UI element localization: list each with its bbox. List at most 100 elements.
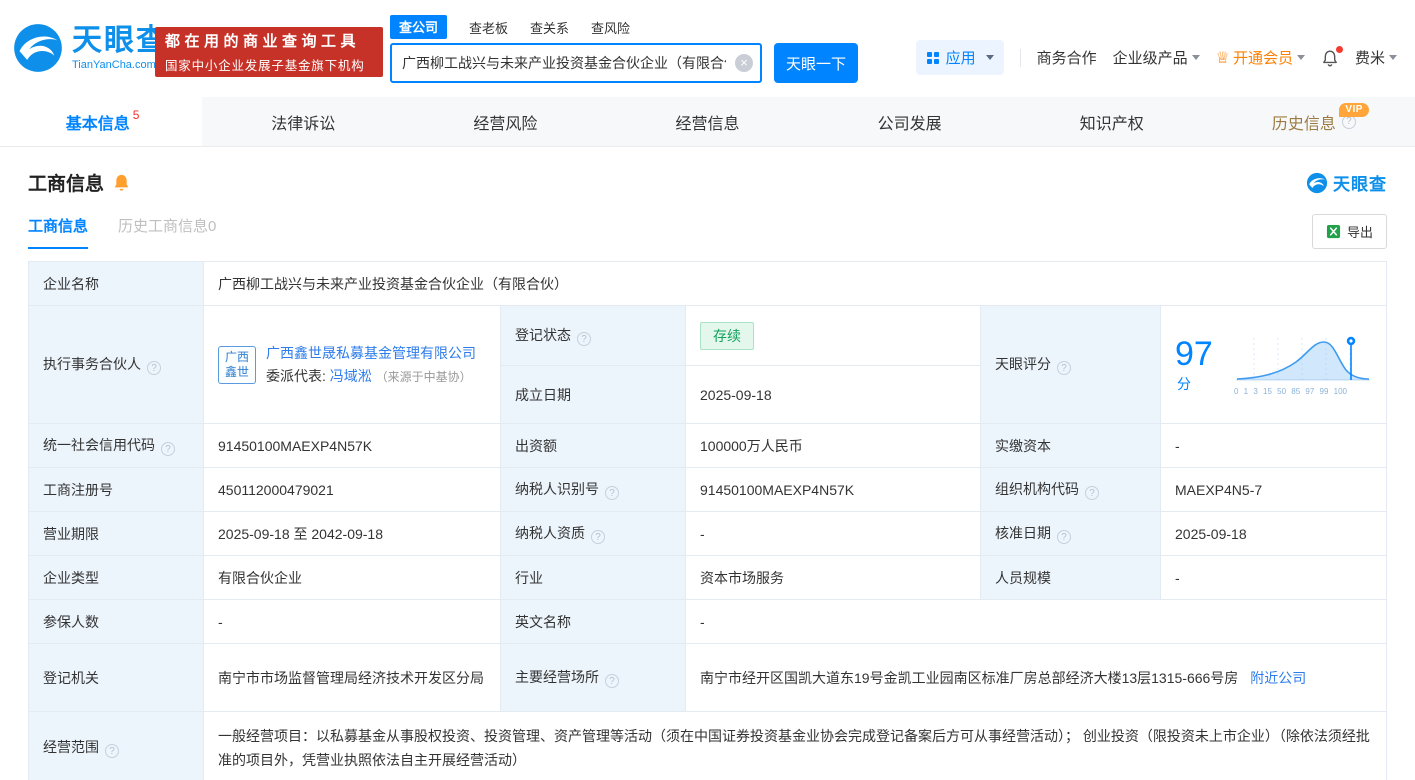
subtab-history-business-info[interactable]: 历史工商信息0 bbox=[118, 215, 216, 249]
paid-capital-label: 实缴资本 bbox=[995, 437, 1051, 454]
staff-size-label: 人员规模 bbox=[995, 569, 1051, 586]
insured-count-value: - bbox=[218, 613, 223, 630]
business-term-label-cell: 营业期限 bbox=[28, 511, 204, 556]
score-label-cell: 天眼评分? bbox=[980, 305, 1161, 424]
approval-date-value: 2025-09-18 bbox=[1175, 525, 1247, 542]
company-type-value-cell: 有限合伙企业 bbox=[203, 555, 501, 600]
reg-status-label: 登记状态 bbox=[515, 326, 571, 343]
brand-text: 天眼查 TianYanCha.com bbox=[72, 25, 168, 71]
search-input[interactable] bbox=[390, 43, 762, 83]
search-area: 查公司 查老板 查关系 查风险 × 天眼一下 bbox=[390, 15, 858, 83]
credit-code-value: 91450100MAEXP4N57K bbox=[218, 437, 373, 454]
score-chart: 0 1 3 15 50 85 97 99 100 bbox=[1234, 334, 1372, 396]
capital-label-cell: 出资额 bbox=[500, 423, 686, 468]
table-row: 营业期限 2025-09-18 至 2042-09-18 纳税人资质? - 核准… bbox=[28, 511, 1387, 556]
reg-number-value: 450112000479021 bbox=[218, 481, 334, 498]
table-row: 工商注册号 450112000479021 纳税人识别号? 91450100MA… bbox=[28, 467, 1387, 512]
business-term-value: 2025-09-18 至 2042-09-18 bbox=[218, 525, 384, 542]
staff-size-value-cell: - bbox=[1160, 555, 1387, 600]
tab-operating-info-label: 经营信息 bbox=[675, 115, 740, 133]
search-tab-relation[interactable]: 查关系 bbox=[530, 18, 569, 37]
establish-date-value: 2025-09-18 bbox=[700, 386, 772, 403]
managing-partner-label: 执行事务合伙人 bbox=[43, 355, 141, 372]
notification-dot bbox=[1335, 45, 1343, 53]
taxpayer-quality-value-cell: - bbox=[685, 511, 981, 556]
partner-company-link[interactable]: 广西鑫世晟私募基金管理有限公司 bbox=[266, 345, 476, 361]
search-tab-risk[interactable]: 查风险 bbox=[591, 18, 630, 37]
subtab-business-info[interactable]: 工商信息 bbox=[28, 215, 89, 249]
reg-status-value-cell: 存续 bbox=[685, 305, 981, 366]
credit-code-label-cell: 统一社会信用代码? bbox=[28, 423, 204, 468]
capital-value-cell: 100000万人民币 bbox=[685, 423, 981, 468]
basic-info-count-badge: 5 bbox=[132, 107, 140, 122]
nav-cooperation[interactable]: 商务合作 bbox=[1037, 47, 1097, 68]
org-code-value: MAEXP4N5-7 bbox=[1175, 481, 1263, 498]
tab-company-development-label: 公司发展 bbox=[877, 115, 942, 133]
help-icon[interactable]: ? bbox=[105, 744, 119, 759]
nav-divider bbox=[1019, 48, 1021, 67]
insured-count-label-cell: 参保人数 bbox=[28, 599, 204, 644]
export-button[interactable]: 导出 bbox=[1311, 214, 1387, 249]
org-code-value-cell: MAEXP4N5-7 bbox=[1160, 467, 1387, 512]
tab-operating-risk[interactable]: 经营风险 bbox=[404, 97, 606, 146]
company-name-label: 企业名称 bbox=[43, 275, 99, 292]
tab-company-development[interactable]: 公司发展 bbox=[809, 97, 1011, 146]
enterprise-products-label: 企业级产品 bbox=[1112, 50, 1188, 67]
help-icon[interactable]: ? bbox=[1057, 361, 1071, 376]
insured-count-label: 参保人数 bbox=[43, 613, 99, 630]
table-row: 企业类型 有限合伙企业 行业 资本市场服务 人员规模 - bbox=[28, 555, 1387, 600]
taxpayer-quality-label-cell: 纳税人资质? bbox=[500, 511, 686, 556]
tab-intellectual-property[interactable]: 知识产权 bbox=[1011, 97, 1213, 146]
nearby-companies-link[interactable]: 附近公司 bbox=[1250, 670, 1306, 686]
rep-name-link[interactable]: 冯域淞 bbox=[330, 368, 372, 384]
slogan-line2: 国家中小企业发展子基金旗下机构 bbox=[165, 59, 365, 73]
nav-enterprise-products[interactable]: 企业级产品 bbox=[1113, 47, 1200, 68]
section-brand-name: 天眼查 bbox=[1333, 175, 1387, 194]
search-tab-company[interactable]: 查公司 bbox=[390, 15, 448, 39]
tab-history-info[interactable]: VIP 历史信息 ? bbox=[1213, 97, 1415, 146]
help-icon[interactable]: ? bbox=[1057, 530, 1071, 545]
taxpayer-quality-value: - bbox=[700, 525, 705, 542]
username: 费米 bbox=[1354, 50, 1385, 67]
help-icon[interactable]: ? bbox=[591, 530, 605, 545]
chevron-down-icon bbox=[1389, 55, 1397, 60]
search-tabs: 查公司 查老板 查关系 查风险 bbox=[390, 15, 858, 39]
help-icon[interactable]: ? bbox=[605, 674, 619, 689]
company-name-value-cell: 广西柳工战兴与未来产业投资基金合伙企业（有限合伙） bbox=[203, 261, 1387, 306]
search-tab-boss[interactable]: 查老板 bbox=[469, 18, 508, 37]
reg-number-value-cell: 450112000479021 bbox=[203, 467, 501, 512]
clear-icon[interactable]: × bbox=[735, 54, 753, 72]
establish-date-label-cell: 成立日期 bbox=[500, 365, 686, 424]
tab-legal[interactable]: 法律诉讼 bbox=[202, 97, 404, 146]
help-icon[interactable]: ? bbox=[1085, 486, 1099, 501]
help-icon[interactable]: ? bbox=[577, 332, 591, 347]
tab-basic-info[interactable]: 基本信息 5 bbox=[0, 97, 203, 146]
nav-open-vip[interactable]: ♕ 开通会员 bbox=[1216, 47, 1305, 68]
search-button[interactable]: 天眼一下 bbox=[774, 43, 858, 83]
tab-operating-info[interactable]: 经营信息 bbox=[606, 97, 808, 146]
rep-label: 委派代表: bbox=[266, 367, 326, 384]
header: 天眼查 TianYanCha.com 都在用的商业查询工具 国家中小企业发展子基… bbox=[0, 0, 1415, 97]
brand-domain: TianYanCha.com bbox=[72, 58, 156, 71]
apps-menu[interactable]: 应用 bbox=[915, 40, 1004, 75]
help-icon[interactable]: ? bbox=[147, 361, 161, 376]
apps-label: 应用 bbox=[945, 50, 976, 67]
org-code-label: 组织机构代码 bbox=[995, 480, 1079, 497]
chevron-down-icon bbox=[985, 55, 994, 60]
nav-user[interactable]: 费米 bbox=[1355, 47, 1397, 68]
table-row: 登记机关 南宁市市场监督管理局经济技术开发区分局 主要经营场所? 南宁市经开区国… bbox=[28, 643, 1387, 712]
subtab-row: 工商信息 历史工商信息0 导出 bbox=[28, 214, 1387, 249]
notification-bell[interactable] bbox=[1321, 45, 1343, 67]
company-type-value: 有限合伙企业 bbox=[218, 569, 302, 586]
help-icon[interactable]: ? bbox=[161, 442, 175, 457]
help-icon[interactable]: ? bbox=[605, 486, 619, 501]
capital-value: 100000万人民币 bbox=[700, 437, 803, 454]
brand-logo[interactable]: 天眼查 TianYanCha.com bbox=[12, 22, 168, 74]
tab-history-info-label: 历史信息 bbox=[1271, 115, 1336, 133]
partner-logo[interactable]: 广西鑫世 bbox=[218, 345, 256, 384]
business-info-table: 企业名称 广西柳工战兴与未来产业投资基金合伙企业（有限合伙） 执行事务合伙人? … bbox=[28, 261, 1387, 780]
insured-count-value-cell: - bbox=[203, 599, 501, 644]
subscribe-bell-icon[interactable] bbox=[112, 173, 131, 192]
approval-date-label-cell: 核准日期? bbox=[980, 511, 1161, 556]
approval-date-value-cell: 2025-09-18 bbox=[1160, 511, 1387, 556]
